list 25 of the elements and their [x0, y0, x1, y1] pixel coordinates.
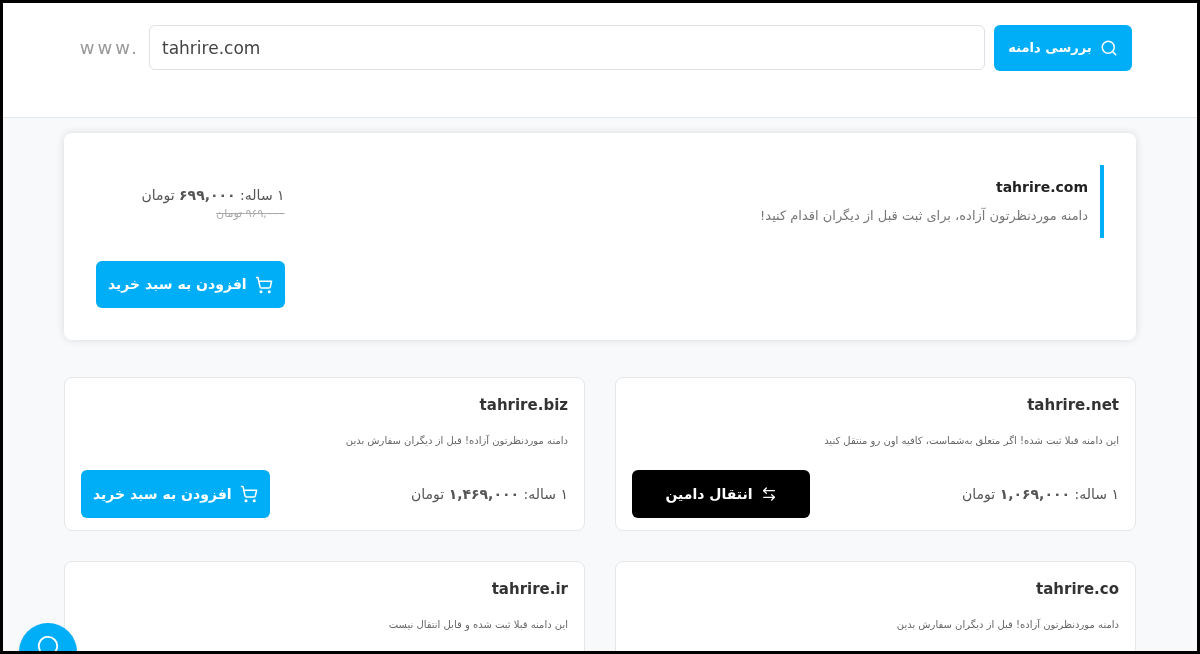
domain-name: tahrire.net: [1027, 395, 1119, 416]
transfer-icon: [760, 486, 777, 502]
domain-message: این دامنه قبلا ثبت شده! اگر متعلق به‌شماست، کافیه اون رو منتقل کنید: [824, 433, 1119, 448]
old-price: ۹۶۹,۰۰۰ تومان: [216, 206, 285, 222]
add-to-cart-button[interactable]: افزودن به سبد خرید: [81, 470, 270, 518]
domain-name: tahrire.co: [1036, 579, 1119, 600]
domain-input-field[interactable]: tahrire.com: [149, 25, 985, 70]
domain-name: tahrire.ir: [491, 579, 568, 600]
add-to-cart-button[interactable]: افزودن به سبد خرید: [96, 261, 285, 308]
domain-message: دامنه موردنظرتون آزاده! قبل از دیگران سفارش بدین: [345, 433, 568, 448]
search-icon: [1099, 39, 1118, 57]
price: ۱ ساله: ۱,۰۶۹,۰۰۰ تومان: [962, 484, 1119, 505]
chat-icon: [37, 635, 59, 651]
domain-message: این دامنه قبلا ثبت شده و قابل انتقال نیست: [388, 617, 568, 632]
cart-icon: [239, 485, 258, 503]
domain-name: tahrire.biz: [479, 395, 568, 416]
transfer-domain-button[interactable]: انتقال دامین: [632, 470, 810, 518]
www-prefix: www.: [78, 36, 140, 60]
check-domain-button[interactable]: بررسی دامنه: [994, 25, 1132, 71]
domain-name: tahrire.com: [995, 178, 1088, 198]
cart-icon: [254, 275, 273, 294]
price: ۱ ساله: ۱,۴۶۹,۰۰۰ تومان: [411, 484, 568, 505]
domain-message: دامنه موردنظرتون آزاده! قبل از دیگران سفارش بدین: [896, 617, 1119, 632]
availability-message: دامنه موردنظرتون آزاده، برای ثبت قبل از دیگران اقدام کنید!: [760, 206, 1088, 226]
price: ۱ ساله: ۶۹۹,۰۰۰ تومان: [141, 186, 285, 206]
